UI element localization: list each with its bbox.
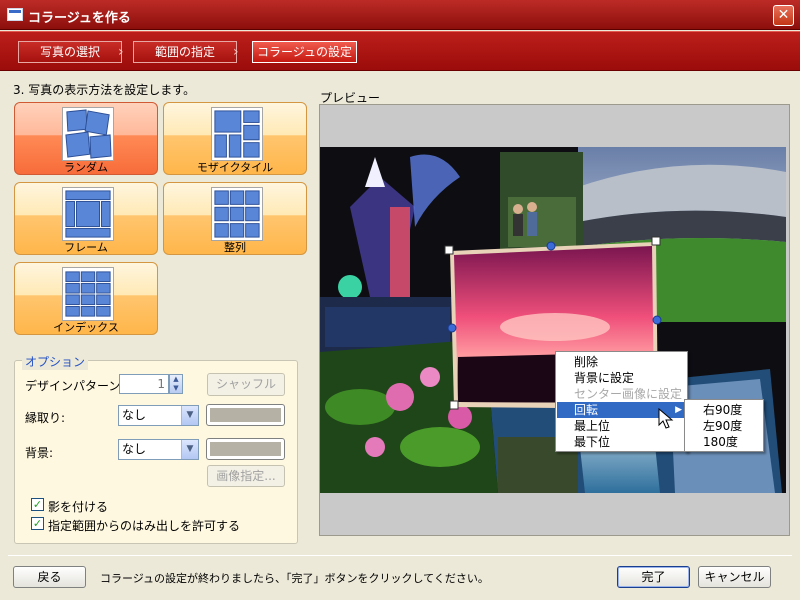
shuffle-button[interactable]: シャッフル <box>207 373 285 396</box>
wizard-steps: 写真の選択 › 範囲の指定 › コラージュの設定 <box>0 31 800 71</box>
random-layout-icon <box>62 107 114 161</box>
layout-label: フレーム <box>64 241 108 254</box>
spin-up-icon[interactable]: ▲ <box>170 375 182 384</box>
design-pattern-label: デザインパターン: <box>25 379 125 393</box>
layout-label: ランダム <box>64 161 108 174</box>
close-button[interactable]: ✕ <box>773 5 794 26</box>
grid-layout-icon <box>211 187 263 241</box>
menu-item-set-center-image[interactable]: センター画像に設定 <box>557 386 686 402</box>
layout-random-button[interactable]: ランダム <box>14 102 158 175</box>
overflow-checkbox[interactable]: ✓ <box>31 517 44 530</box>
background-color-button[interactable] <box>206 438 285 460</box>
frame-layout-icon <box>62 187 114 241</box>
layout-frame-button[interactable]: フレーム <box>14 182 158 255</box>
background-select[interactable]: なし ▼ <box>118 439 199 460</box>
border-color-swatch <box>210 408 281 422</box>
layout-label: 整列 <box>224 241 246 254</box>
mouse-cursor-icon <box>658 408 674 429</box>
chevron-down-icon[interactable]: ▼ <box>181 440 198 459</box>
layout-grid-button[interactable]: 整列 <box>163 182 307 255</box>
status-message: コラージュの設定が終わりましたら、「完了」ボタンをクリックしてください。 <box>100 572 489 585</box>
step-select-photos[interactable]: 写真の選択 <box>18 41 122 63</box>
mosaic-tile-icon <box>211 107 263 161</box>
context-menu: 削除 背景に設定 センター画像に設定 回転 ▶ 最上位 最下位 <box>555 351 688 452</box>
shadow-checkbox[interactable]: ✓ <box>31 498 44 511</box>
border-select-value: なし <box>122 408 147 422</box>
menu-item-delete[interactable]: 削除 <box>557 354 686 370</box>
background-label: 背景: <box>25 446 54 460</box>
footer-divider <box>8 555 792 556</box>
window-icon <box>7 8 23 21</box>
background-select-value: なし <box>122 442 147 456</box>
finish-button[interactable]: 完了 <box>617 566 690 588</box>
background-color-swatch <box>210 442 281 456</box>
cancel-button[interactable]: キャンセル <box>698 566 771 588</box>
menu-item-rotate-right-90[interactable]: 右90度 <box>686 402 762 418</box>
layout-label: インデックス <box>53 321 119 334</box>
step-arrow-icon: › <box>118 44 124 60</box>
layout-mosaic-tile-button[interactable]: モザイクタイル <box>163 102 307 175</box>
menu-item-rotate-180[interactable]: 180度 <box>686 434 762 450</box>
instruction-text: 3. 写真の表示方法を設定します。 <box>13 83 196 97</box>
index-layout-icon <box>62 267 114 321</box>
image-select-button[interactable]: 画像指定... <box>207 465 285 487</box>
back-button[interactable]: 戻る <box>13 566 86 588</box>
design-pattern-input[interactable]: 1 <box>119 374 169 394</box>
border-select[interactable]: なし ▼ <box>118 405 199 426</box>
options-legend: オプション <box>22 353 89 370</box>
menu-item-rotate-left-90[interactable]: 左90度 <box>686 418 762 434</box>
step-arrow-icon: › <box>233 44 239 60</box>
chevron-down-icon[interactable]: ▼ <box>181 406 198 425</box>
step-specify-range[interactable]: 範囲の指定 <box>133 41 237 63</box>
window-title: コラージュを作る <box>28 11 131 26</box>
border-label: 縁取り: <box>25 411 66 425</box>
step-collage-settings[interactable]: コラージュの設定 <box>252 41 357 63</box>
title-bar: コラージュを作る ✕ <box>0 0 800 30</box>
menu-item-rotate-label: 回転 <box>574 403 599 417</box>
menu-item-send-to-back[interactable]: 最下位 <box>557 434 686 450</box>
submenu-arrow-icon: ▶ <box>675 405 682 415</box>
overflow-checkbox-label: 指定範囲からのはみ出しを許可する <box>48 519 241 533</box>
layout-label: モザイクタイル <box>196 161 274 174</box>
rotate-submenu: 右90度 左90度 180度 <box>684 399 764 452</box>
shadow-checkbox-label: 影を付ける <box>48 500 109 514</box>
layout-index-button[interactable]: インデックス <box>14 262 158 335</box>
design-pattern-spinner[interactable]: ▲ ▼ <box>169 374 183 394</box>
border-color-button[interactable] <box>206 404 285 426</box>
spin-down-icon[interactable]: ▼ <box>170 384 182 393</box>
menu-item-set-background[interactable]: 背景に設定 <box>557 370 686 386</box>
